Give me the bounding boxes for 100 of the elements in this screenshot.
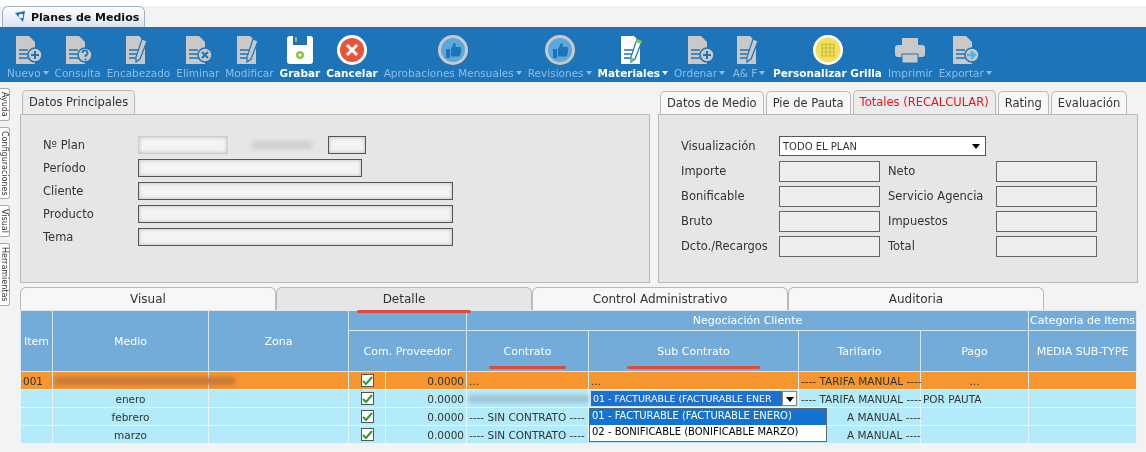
input-field[interactable] (996, 235, 1097, 257)
table-cell: ... (469, 374, 479, 387)
side-tab[interactable]: Configuraciones (0, 126, 10, 200)
toolbar-button[interactable]: Nuevo (4, 31, 52, 81)
dropdown-option[interactable]: 02 - BONIFICABLE (BONIFICABLE MARZO) (590, 425, 826, 441)
select-field[interactable]: 01 - FACTURABLE (FACTURABLE ENER (591, 391, 797, 406)
input-field[interactable] (996, 160, 1097, 182)
panel-tab[interactable]: Datos de Medio (660, 91, 764, 114)
caret-icon (662, 71, 669, 75)
side-tab[interactable]: Visual (0, 205, 10, 238)
table-cell: ---- SIN CONTRATO ---- (469, 410, 585, 423)
field-label: Impuestos (887, 214, 949, 228)
table-cell: A MANUAL ---- (847, 428, 921, 441)
table-cell: ---- TARIFA MANUAL ---- (801, 374, 922, 387)
detail-tab[interactable]: Visual (20, 287, 276, 310)
field-label: Tema (43, 230, 75, 244)
toolbar-button[interactable]: Encabezado (103, 31, 174, 81)
check-icon (361, 411, 373, 422)
field-label: Importe (681, 164, 728, 178)
input-field[interactable] (328, 136, 366, 154)
input-field[interactable] (996, 210, 1097, 232)
field-label: Cliente (43, 184, 85, 198)
input-field[interactable] (996, 185, 1097, 207)
panel-tab[interactable]: Rating (997, 91, 1049, 114)
field-label: Nº Plan (43, 138, 87, 152)
group-header: Negociación Cliente (466, 310, 1029, 331)
column-header: Contrato (466, 330, 589, 372)
caret-icon (585, 71, 592, 75)
table-cell: POR PAUTA (923, 392, 982, 405)
side-tab[interactable]: Ayuda (0, 88, 10, 121)
input-field[interactable] (779, 185, 880, 207)
app-tab-label: Planes de Medios (31, 10, 140, 24)
toolbar-button[interactable]: Aprobaciones Mensuales (380, 31, 525, 81)
field-label: Servicio Agencia (887, 189, 985, 203)
input-field[interactable] (779, 235, 880, 257)
detail-tab[interactable]: Auditoria (788, 287, 1044, 310)
field-label: Bonificable (681, 189, 746, 203)
dropdown-arrow-icon (972, 143, 980, 149)
checkbox[interactable] (360, 428, 374, 442)
app-tab[interactable]: Planes de Medios (2, 6, 146, 27)
column-header: Pago (920, 330, 1029, 372)
check-icon (361, 393, 373, 404)
table-cell: ---- SIN CONTRATO ---- (469, 428, 585, 441)
toolbar-button[interactable]: Consulta (51, 31, 104, 81)
input-field[interactable] (138, 182, 453, 200)
toolbar-button[interactable]: Grabar (276, 31, 324, 81)
column-header: Item (20, 310, 53, 372)
toolbar-button[interactable]: Eliminar (173, 31, 223, 81)
field-label: Neto (887, 164, 917, 178)
checkbox[interactable] (360, 392, 374, 406)
table-cell: enero (115, 392, 146, 405)
caret-icon (515, 71, 522, 75)
group-header: Categoria de Items (1028, 310, 1137, 331)
field-label: Total (887, 239, 916, 253)
checkbox[interactable] (360, 374, 374, 388)
detail-tab[interactable]: Detalle (276, 287, 532, 310)
field-label: Período (43, 161, 87, 175)
field-label: Visualización (681, 139, 757, 153)
checkbox[interactable] (360, 410, 374, 424)
caret-icon (42, 71, 49, 75)
field-label: Bruto (681, 214, 714, 228)
toolbar-button[interactable]: Revisiones (524, 31, 595, 81)
panel-tab[interactable]: Evaluación (1050, 91, 1128, 114)
logo-icon (13, 10, 27, 24)
caret-icon (719, 71, 726, 75)
table-cell: A MANUAL ---- (847, 410, 921, 423)
input-field[interactable] (138, 228, 453, 246)
panel-tab[interactable]: Datos Principales (22, 90, 136, 114)
toolbar-button[interactable]: Cancelar (323, 31, 381, 81)
caret-icon (759, 71, 766, 75)
toolbar-button[interactable]: A& F (728, 31, 771, 81)
toolbar-button[interactable]: Materiales (594, 31, 672, 81)
input-field[interactable] (779, 160, 880, 182)
caret-icon (985, 71, 992, 75)
table-cell: ... (969, 374, 980, 387)
field-label: Dcto./Recargos (681, 239, 769, 253)
field-label: Producto (43, 207, 95, 221)
panel-tab[interactable]: Pie de Pauta (765, 91, 851, 114)
input-field[interactable] (779, 210, 880, 232)
check-icon (361, 429, 373, 440)
table-cell: marzo (114, 428, 147, 441)
toolbar-button[interactable]: Imprimir (884, 31, 936, 81)
table-cell: ---- TARIFA MANUAL ---- (801, 392, 922, 405)
select-field[interactable]: TODO EL PLAN (779, 136, 986, 156)
detail-tab[interactable]: Control Administrativo (532, 287, 788, 310)
toolbar-button[interactable]: Personalizar Grilla (770, 31, 885, 81)
toolbar-button[interactable]: Exportar (935, 31, 995, 81)
toolbar-button[interactable]: Ordenar (671, 31, 729, 81)
column-header: Com. Proveedor (348, 330, 467, 372)
column-header: Zona (208, 310, 349, 372)
dropdown-option[interactable]: 01 - FACTURABLE (FACTURABLE ENERO) (590, 409, 826, 425)
input-field[interactable] (138, 159, 362, 177)
check-icon (361, 375, 373, 386)
table-cell: ... (591, 374, 601, 387)
column-header: Tarifario (798, 330, 921, 372)
input-field[interactable] (138, 205, 453, 223)
panel-tab[interactable]: Totales (RECALCULAR) (852, 90, 996, 114)
side-tab[interactable]: Herramientas (0, 243, 10, 306)
toolbar-button[interactable]: Modificar (222, 31, 277, 81)
column-header: Medio (52, 310, 209, 372)
